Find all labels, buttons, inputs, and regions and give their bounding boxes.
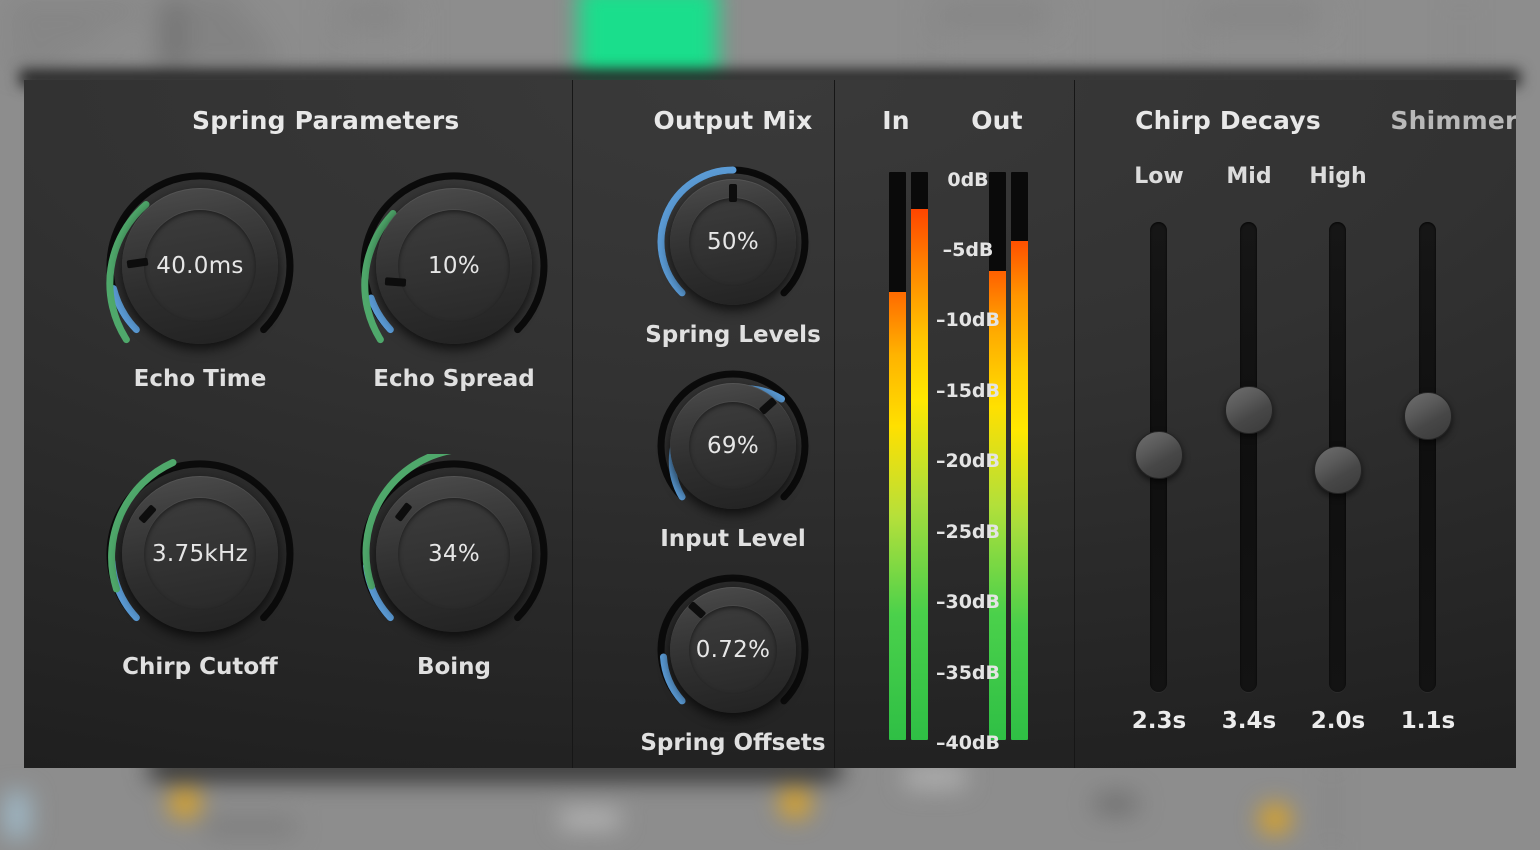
slider-high-thumb[interactable] xyxy=(1314,446,1362,494)
spring-parameters-title: Spring Parameters xyxy=(192,106,460,135)
slider-shimmer-track[interactable] xyxy=(1419,222,1436,692)
slider-high[interactable]: 2.0s xyxy=(1288,222,1388,742)
knob-spring-levels[interactable]: 50% Spring Levels xyxy=(645,162,821,348)
knob-spring-offsets-value: 0.72% xyxy=(695,637,771,663)
db-tick-1: –5dB xyxy=(942,239,994,261)
knob-spring-levels-label: Spring Levels xyxy=(645,322,821,348)
db-tick-6: –30dB xyxy=(935,591,1001,613)
slider-label-high: High xyxy=(1309,164,1367,189)
knob-input-level[interactable]: 69% Input Level xyxy=(653,366,813,552)
meter-input-track-left xyxy=(889,172,906,740)
slider-shimmer-thumb[interactable] xyxy=(1404,392,1452,440)
knob-spring-offsets[interactable]: 0.72% Spring Offsets xyxy=(640,570,826,756)
slider-low-thumb[interactable] xyxy=(1135,431,1183,479)
knob-echo-time-label: Echo Time xyxy=(133,366,267,392)
divider-2 xyxy=(834,80,835,768)
meter-input-fill-right xyxy=(911,208,928,740)
slider-mid-value: 3.4s xyxy=(1221,708,1277,734)
backdrop-bottom-area xyxy=(0,756,1540,850)
slider-mid-thumb[interactable] xyxy=(1225,386,1273,434)
knob-echo-spread-pointer xyxy=(384,277,407,287)
knob-echo-time[interactable]: 40.0ms Echo Time xyxy=(100,166,300,396)
slider-low-value: 2.3s xyxy=(1131,708,1187,734)
meter-label-out: Out xyxy=(971,106,1023,135)
knob-chirp-cutoff[interactable]: 3.75kHz Chirp Cutoff xyxy=(100,454,300,684)
slider-high-value: 2.0s xyxy=(1310,708,1366,734)
knob-input-level-label: Input Level xyxy=(660,526,806,552)
knob-spring-offsets-label: Spring Offsets xyxy=(640,730,826,756)
backdrop-track-rows xyxy=(0,0,1540,80)
divider-1 xyxy=(572,80,573,768)
knob-boing-value: 34% xyxy=(427,541,481,567)
slider-mid[interactable]: 3.4s xyxy=(1199,222,1299,742)
knob-chirp-cutoff-label: Chirp Cutoff xyxy=(122,654,278,680)
knob-echo-spread-face[interactable]: 10% xyxy=(398,210,510,322)
knob-boing-face[interactable]: 34% xyxy=(398,498,510,610)
knob-echo-spread-label: Echo Spread xyxy=(373,366,535,392)
knob-input-level-face[interactable]: 69% xyxy=(689,402,777,490)
slider-label-mid: Mid xyxy=(1226,164,1272,189)
divider-3 xyxy=(1074,80,1075,768)
slider-low[interactable]: 2.3s xyxy=(1109,222,1209,742)
db-tick-3: –15dB xyxy=(935,380,1001,402)
db-tick-8: –40dB xyxy=(935,732,1001,754)
knob-echo-spread-value: 10% xyxy=(427,253,481,279)
knob-echo-time-value: 40.0ms xyxy=(156,253,244,279)
knob-spring-levels-pointer xyxy=(729,184,737,202)
knob-chirp-cutoff-face[interactable]: 3.75kHz xyxy=(144,498,256,610)
slider-shimmer[interactable]: 1.1s xyxy=(1378,222,1478,742)
db-tick-5: –25dB xyxy=(935,521,1001,543)
plugin-window: Spring Parameters 40.0ms Echo Time 10% E… xyxy=(24,80,1516,768)
db-tick-4: –20dB xyxy=(935,450,1001,472)
knob-input-level-value: 69% xyxy=(706,433,760,459)
knob-chirp-cutoff-value: 3.75kHz xyxy=(152,541,248,567)
knob-echo-spread[interactable]: 10% Echo Spread xyxy=(354,166,554,396)
knob-spring-offsets-face[interactable]: 0.72% xyxy=(689,606,777,694)
meter-label-in: In xyxy=(882,106,910,135)
output-mix-title: Output Mix xyxy=(653,106,813,135)
slider-shimmer-value: 1.1s xyxy=(1400,708,1456,734)
db-tick-0: 0dB xyxy=(947,169,989,191)
meter-input-fill-left xyxy=(889,292,906,740)
slider-label-low: Low xyxy=(1134,164,1184,189)
knob-spring-levels-value: 50% xyxy=(706,229,760,255)
knob-boing[interactable]: 34% Boing xyxy=(354,454,554,684)
db-tick-2: –10dB xyxy=(935,309,1001,331)
knob-spring-levels-face[interactable]: 50% xyxy=(689,198,777,286)
knob-boing-label: Boing xyxy=(416,654,492,680)
meter-output-track-right xyxy=(1011,172,1028,740)
knob-echo-time-face[interactable]: 40.0ms xyxy=(144,210,256,322)
chirp-decays-title: Chirp Decays xyxy=(1135,106,1321,135)
meter-output-fill-right xyxy=(1011,241,1028,740)
db-tick-7: –35dB xyxy=(935,662,1001,684)
shimmer-title: Shimmer xyxy=(1390,106,1516,135)
slider-mid-track[interactable] xyxy=(1240,222,1257,692)
